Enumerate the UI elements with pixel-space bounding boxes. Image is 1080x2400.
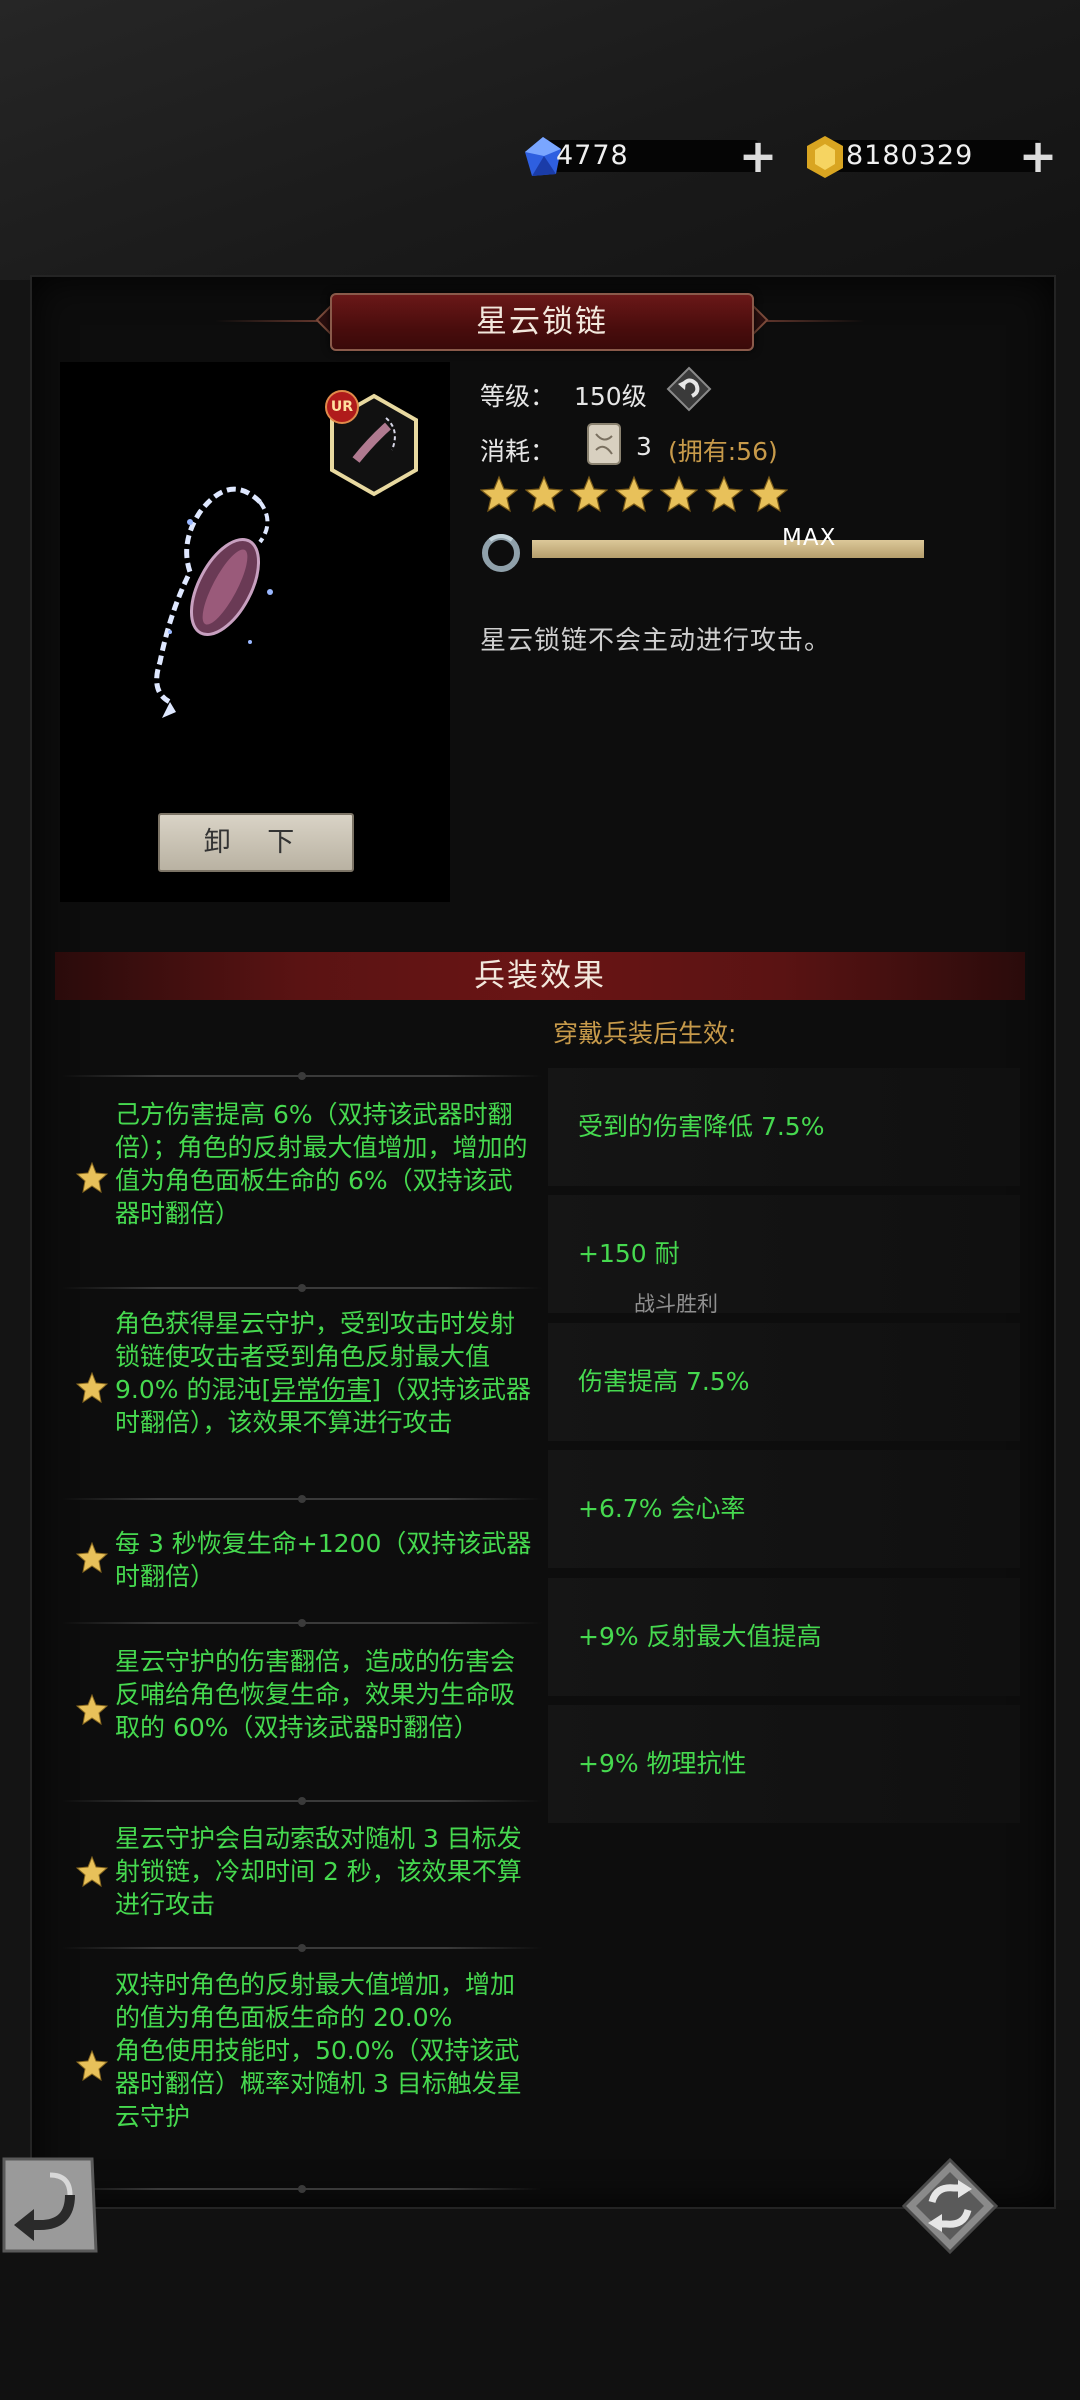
nebula-chain-image (154, 486, 273, 718)
level-value: 150级 (574, 382, 647, 411)
effect-divider (62, 1619, 542, 1627)
unequip-button[interactable]: 卸 下 (158, 813, 354, 872)
rating-star-icon (660, 475, 698, 513)
effect-item: 每 3 秒恢复生命+1200（双持该武器时翻倍） (115, 1529, 532, 1591)
gem-count: 4778 (556, 140, 629, 171)
awaken-icon (482, 534, 520, 572)
item-title-plate: 星云锁链 (330, 293, 754, 351)
bonus-item: +9% 物理抗性 (548, 1705, 1020, 1823)
item-name: 星云锁链 (476, 304, 608, 340)
gold-count: 8180329 (846, 140, 974, 171)
rating-star-icon (750, 475, 788, 513)
battle-victory-label: 战斗胜利 (634, 1292, 718, 1316)
cost-owned: (拥有:56) (668, 437, 778, 466)
effect-item: 星云守护会自动索敌对随机 3 目标发射锁链，冷却时间 2 秒，该效果不算进行攻击 (115, 1824, 522, 1919)
effects-header: 兵装效果 (55, 952, 1025, 1000)
effect-item: 角色获得星云守护，受到攻击时发射锁链使攻击者受到角色反射最大值 9.0% 的混沌… (115, 1309, 531, 1437)
rating-star-icon (480, 475, 518, 513)
effect-item: 双持时角色的反射最大值增加，增加的值为角色面板生命的 20.0% 角色使用技能时… (115, 1970, 522, 2131)
effect-divider (62, 1072, 542, 1080)
cost-label: 消耗： (480, 437, 556, 466)
effect-star-icon (76, 1542, 108, 1574)
effect-divider (62, 1797, 542, 1805)
rating-star-icon (705, 475, 743, 513)
gold-currency: 8180329 + (802, 133, 1060, 179)
upgrade-icon[interactable] (666, 366, 712, 412)
bonus-item: +150 耐 (548, 1195, 1020, 1313)
rating-star-icon (570, 475, 608, 513)
level-progress-fill (532, 540, 924, 558)
effect-star-icon (76, 1856, 108, 1888)
title-divider-left (215, 320, 330, 322)
cost-amount: 3 (636, 432, 652, 461)
bonus-item: +9% 反射最大值提高 (548, 1578, 1020, 1696)
bonus-item: 受到的伤害降低 7.5% (548, 1068, 1020, 1186)
effect-divider (62, 1495, 542, 1503)
effect-divider (62, 1944, 542, 1952)
effect-star-icon (76, 2050, 108, 2082)
effect-item: 己方伤害提高 6%（双持该武器时翻倍）；角色的反射最大值增加，增加的值为角色面板… (115, 1100, 528, 1228)
wear-note: 穿戴兵装后生效: (553, 1019, 737, 1048)
item-description: 星云锁链不会主动进行攻击。 (480, 626, 832, 656)
level-label: 等级： (480, 382, 556, 411)
effect-item: 星云守护的伤害翻倍，造成的伤害会反哺给角色恢复生命，效果为生命吸取的 60%（双… (115, 1647, 516, 1742)
effect-star-icon (76, 1694, 108, 1726)
back-button[interactable] (0, 2155, 100, 2255)
scroll-material-icon (587, 423, 621, 465)
rarity-badge: UR (325, 390, 359, 424)
bonus-item: +6.7% 会心率 (548, 1450, 1020, 1568)
effect-divider (62, 1284, 542, 1292)
gem-currency: 4778 + (520, 133, 777, 179)
swap-button[interactable] (900, 2156, 1000, 2256)
rating-star-icon (525, 475, 563, 513)
abnormal-damage-link[interactable]: [异常伤害] (261, 1375, 381, 1404)
rating-star-icon (615, 475, 653, 513)
effect-star-icon (76, 1372, 108, 1404)
effect-divider (62, 2185, 542, 2193)
add-gold-button[interactable]: + (1018, 133, 1058, 179)
bonus-item: 伤害提高 7.5% (548, 1323, 1020, 1441)
effects-title: 兵装效果 (474, 958, 606, 994)
progress-max-label: MAX (782, 525, 837, 551)
effect-star-icon (76, 1162, 108, 1194)
level-progress-bar (532, 540, 924, 558)
gold-crystal-icon (807, 136, 843, 178)
add-gems-button[interactable]: + (738, 133, 778, 179)
